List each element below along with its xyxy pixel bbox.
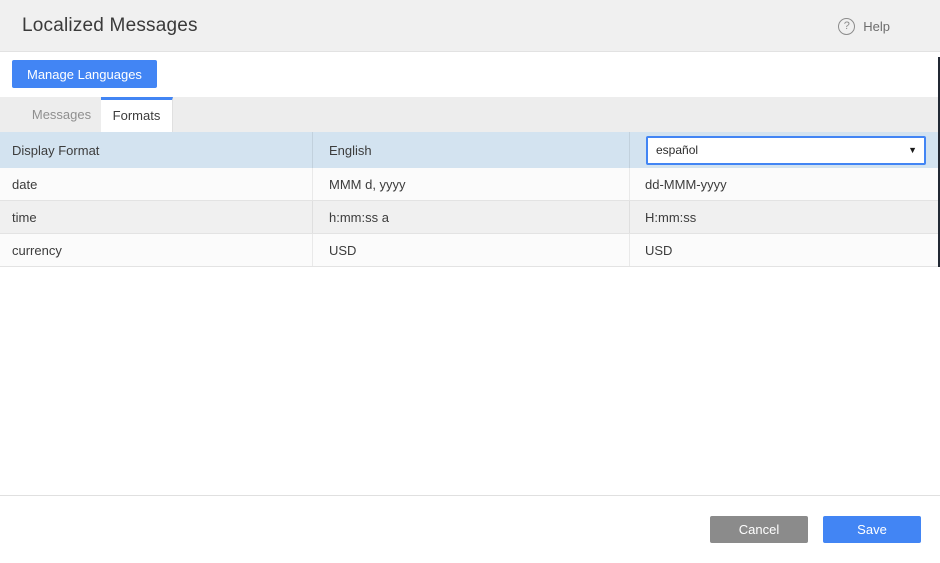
manage-languages-button[interactable]: Manage Languages <box>12 60 157 88</box>
formats-table-header-row: Display Format English español ▼ <box>0 132 940 168</box>
english-format-cell: USD <box>312 234 629 266</box>
language-select-value: español <box>656 143 698 157</box>
cancel-button[interactable]: Cancel <box>710 516 808 543</box>
localized-format-cell: USD <box>629 234 940 266</box>
titlebar: Localized Messages ? Help <box>0 0 940 52</box>
tab-messages[interactable]: Messages <box>22 97 101 132</box>
table-row-date: date MMM d, yyyy dd-MMM-yyyy <box>0 168 940 201</box>
language-select[interactable]: español ▼ <box>646 136 926 165</box>
formats-table: Display Format English español ▼ date MM… <box>0 132 940 267</box>
table-row-time: time h:mm:ss a H:mm:ss <box>0 201 940 234</box>
format-name-cell: date <box>0 168 312 200</box>
help-label: Help <box>863 19 890 34</box>
save-button[interactable]: Save <box>823 516 921 543</box>
chevron-down-icon: ▼ <box>908 145 917 155</box>
english-format-cell: MMM d, yyyy <box>312 168 629 200</box>
tab-formats[interactable]: Formats <box>101 97 173 132</box>
help-icon: ? <box>838 18 855 35</box>
format-name-cell: time <box>0 201 312 233</box>
english-format-cell: h:mm:ss a <box>312 201 629 233</box>
table-row-currency: currency USD USD <box>0 234 940 267</box>
localized-format-cell: H:mm:ss <box>629 201 940 233</box>
localized-messages-page: Localized Messages ? Help Manage Languag… <box>0 0 940 563</box>
format-name-cell: currency <box>0 234 312 266</box>
base-language-column-header: English <box>312 132 629 168</box>
tabstrip: Messages Formats <box>0 97 940 132</box>
help-link[interactable]: ? Help <box>838 0 890 52</box>
target-language-header-cell: español ▼ <box>629 132 940 168</box>
page-title: Localized Messages <box>22 15 198 37</box>
localized-format-cell: dd-MMM-yyyy <box>629 168 940 200</box>
footer-divider <box>0 495 940 496</box>
display-format-column-header: Display Format <box>0 132 312 168</box>
